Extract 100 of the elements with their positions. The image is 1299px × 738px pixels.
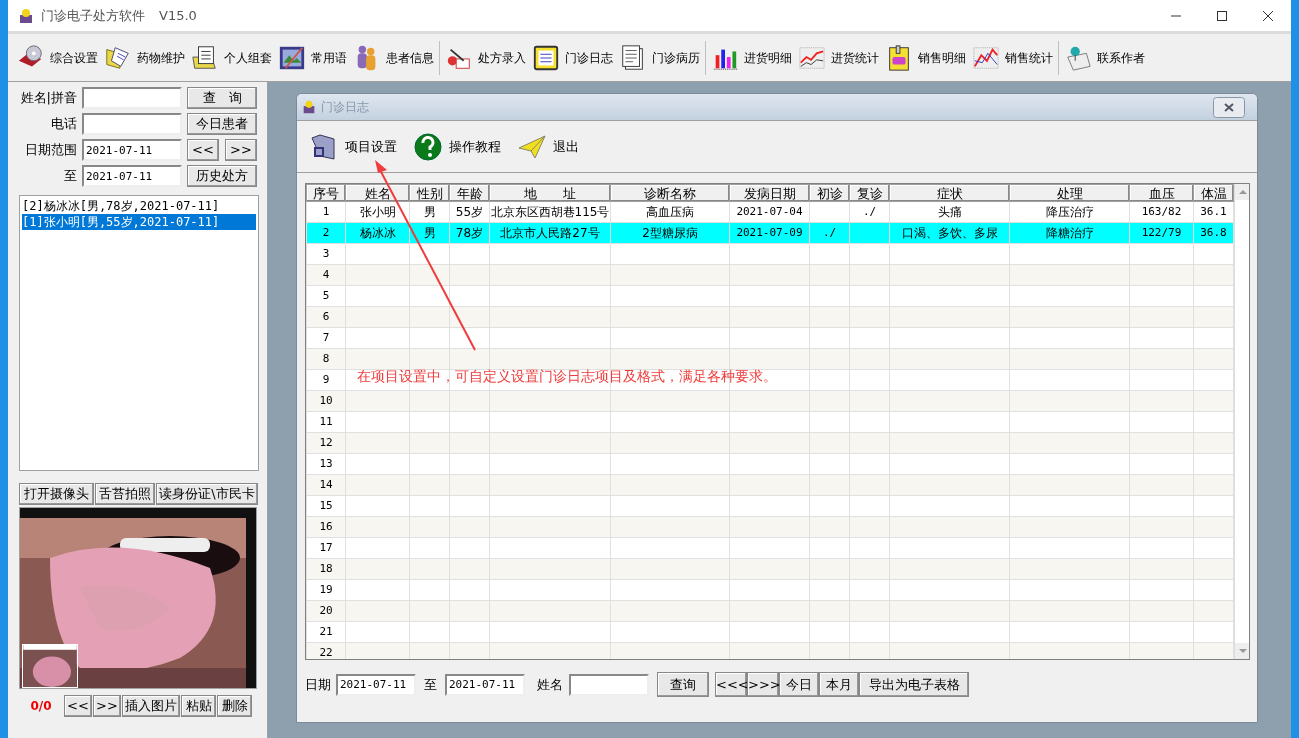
table-row[interactable]: 6: [306, 306, 1234, 328]
previous-button[interactable]: <<: [187, 139, 219, 161]
toolbar-button[interactable]: 综合设置: [14, 37, 101, 78]
filter-button[interactable]: >>>: [747, 672, 779, 697]
table-row[interactable]: 19: [306, 579, 1234, 601]
table-row[interactable]: 18: [306, 558, 1234, 580]
column-header[interactable]: 年龄: [449, 184, 490, 202]
table-row[interactable]: 21: [306, 621, 1234, 643]
column-header[interactable]: 血压: [1129, 184, 1194, 202]
table-row[interactable]: 17: [306, 537, 1234, 559]
next-button[interactable]: >>: [225, 139, 257, 161]
toolbar-button[interactable]: 药物维护: [101, 37, 188, 78]
table-row[interactable]: 1 张小明 男 55岁 北京东区西胡巷115号 高血压病 2021-07-04 ./ 头痛 降压治疗 163/82 36.1: [306, 201, 1234, 223]
input-field[interactable]: 2021-07-11: [336, 673, 416, 696]
table-cell: 11: [306, 411, 346, 433]
table-row[interactable]: 8: [306, 348, 1234, 370]
toolbar-button[interactable]: 个人组套: [188, 37, 275, 78]
camera-button[interactable]: 舌苔拍照: [95, 483, 155, 505]
photo-button[interactable]: 插入图片: [122, 695, 180, 717]
input-field[interactable]: [82, 87, 182, 109]
version-label: V15.0: [159, 6, 197, 25]
toolbar-button[interactable]: 常用语: [275, 37, 350, 78]
table-cell: 122/79: [1129, 222, 1194, 244]
table-cell: 男: [409, 222, 450, 244]
table-row[interactable]: 20: [306, 600, 1234, 622]
table-row[interactable]: 15: [306, 495, 1234, 517]
photo-button[interactable]: >>: [93, 695, 121, 717]
today-patients-button[interactable]: 今日患者: [187, 113, 257, 135]
column-header[interactable]: 发病日期: [729, 184, 810, 202]
table-cell: 12: [306, 432, 346, 454]
toolbar-button[interactable]: 门诊日志: [529, 37, 616, 78]
column-header[interactable]: 体温: [1193, 184, 1234, 202]
photo-button[interactable]: 粘贴: [181, 695, 216, 717]
camera-button[interactable]: 打开摄像头: [19, 483, 94, 505]
scroll-down-arrow[interactable]: [1235, 643, 1249, 659]
toolbar-button[interactable]: 销售统计: [969, 37, 1056, 78]
table-row[interactable]: 10: [306, 390, 1234, 412]
table-cell: 20: [306, 600, 346, 622]
toolbar-button[interactable]: 门诊病历: [616, 37, 703, 78]
input-field[interactable]: 2021-07-11: [445, 673, 525, 696]
table-cell: 2型糖尿病: [610, 222, 730, 244]
photo-counter: 0/0: [29, 698, 53, 715]
column-header[interactable]: 初诊: [809, 184, 850, 202]
input-field[interactable]: 2021-07-11: [82, 139, 182, 161]
table-cell: 163/82: [1129, 201, 1194, 223]
table-row[interactable]: 12: [306, 432, 1234, 454]
query-button[interactable]: 查 询: [187, 87, 257, 109]
table-row[interactable]: 11: [306, 411, 1234, 433]
table-cell: 张小明: [345, 201, 410, 223]
filter-button[interactable]: 本月: [819, 672, 859, 697]
toolbar-button[interactable]: 操作教程: [409, 126, 505, 167]
column-header[interactable]: 症状: [889, 184, 1010, 202]
field-label: 至: [63, 167, 77, 186]
toolbar-button[interactable]: 项目设置: [305, 126, 401, 167]
table-row[interactable]: 13: [306, 453, 1234, 475]
column-header[interactable]: 姓名: [345, 184, 410, 202]
table-row[interactable]: 3: [306, 243, 1234, 265]
column-header[interactable]: 处理: [1009, 184, 1130, 202]
patient-list-item[interactable]: [1]张小明[男,55岁,2021-07-11]: [22, 214, 256, 230]
column-header[interactable]: 复诊: [849, 184, 890, 202]
input-field[interactable]: [569, 673, 649, 696]
toolbar-button[interactable]: 进货明细: [708, 37, 795, 78]
toolbar-button[interactable]: 处方录入: [442, 37, 529, 78]
toolbar-button[interactable]: 联系作者: [1061, 37, 1148, 78]
filter-button[interactable]: 今日: [779, 672, 819, 697]
folder-icon: [191, 43, 219, 72]
toolbar-button[interactable]: 患者信息: [350, 37, 437, 78]
input-field[interactable]: [82, 113, 182, 135]
table-cell: 22: [306, 642, 346, 659]
column-header[interactable]: 诊断名称: [610, 184, 730, 202]
table-row[interactable]: 4: [306, 264, 1234, 286]
table-cell: 2021-07-04: [729, 201, 810, 223]
photo-button[interactable]: <<: [64, 695, 92, 717]
table-cell: 杨冰冰: [345, 222, 410, 244]
table-row[interactable]: 14: [306, 474, 1234, 496]
table-row[interactable]: 2 杨冰冰 男 78岁 北京市人民路27号 2型糖尿病 2021-07-09 ./ 口渴、多饮、多尿 降糖治疗 122/79 36.8: [306, 222, 1234, 244]
table-cell: 8: [306, 348, 346, 370]
toolbar-button[interactable]: 进货统计: [795, 37, 882, 78]
input-field[interactable]: 2021-07-11: [82, 165, 182, 187]
close-button[interactable]: [1213, 96, 1245, 118]
camera-button[interactable]: 读身份证\市民卡: [156, 483, 258, 505]
filter-button[interactable]: <<<: [715, 672, 747, 697]
filter-button[interactable]: 查询: [657, 672, 709, 697]
table-cell: 北京东区西胡巷115号: [489, 201, 611, 223]
table-row[interactable]: 16: [306, 516, 1234, 538]
column-header[interactable]: 序号: [306, 184, 346, 202]
scroll-up-arrow[interactable]: [1235, 184, 1249, 200]
table-row[interactable]: 7: [306, 327, 1234, 349]
history-button[interactable]: 历史处方: [187, 165, 257, 187]
toolbar-button[interactable]: 退出: [513, 126, 583, 167]
toolbar-button[interactable]: 销售明细: [882, 37, 969, 78]
field-label: 姓名|拼音: [19, 89, 77, 108]
column-header[interactable]: 性别: [409, 184, 450, 202]
table-row[interactable]: 5: [306, 285, 1234, 307]
log-window-title: 门诊日志: [321, 99, 369, 116]
filter-button[interactable]: 导出为电子表格: [859, 672, 969, 697]
patient-list-item[interactable]: [2]杨冰冰[男,78岁,2021-07-11]: [22, 198, 256, 214]
photo-button[interactable]: 删除: [217, 695, 252, 717]
table-cell: 男: [409, 201, 450, 223]
column-header[interactable]: 地 址: [489, 184, 611, 202]
